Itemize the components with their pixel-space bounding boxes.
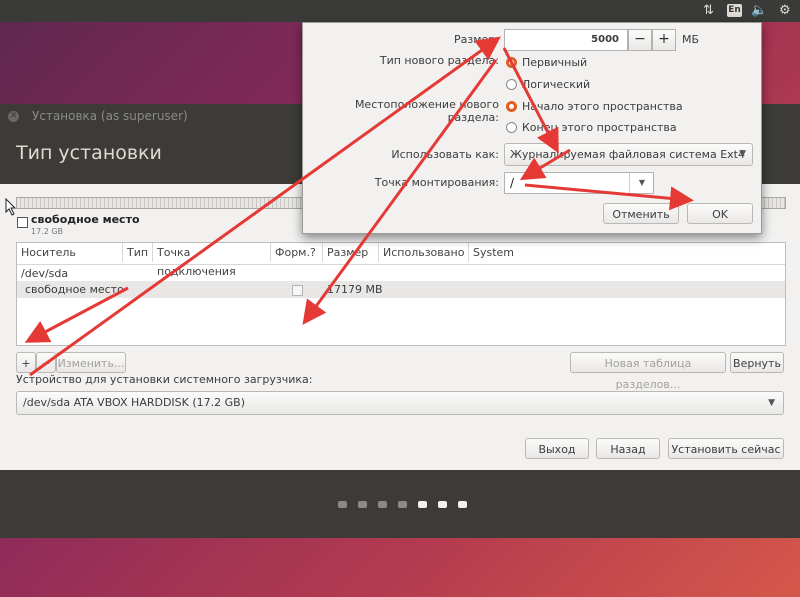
top-panel: ⇅ En 🔈 ⚙ [0, 0, 800, 22]
column-header-system[interactable]: System [469, 243, 785, 262]
remove-partition-button[interactable]: − [36, 352, 56, 373]
table-row-device[interactable]: /dev/sda [17, 264, 785, 281]
bootloader-label: Устройство для установки системного загр… [16, 373, 313, 386]
legend-size: 17.2 GB [31, 227, 64, 236]
cancel-button[interactable]: Отменить [603, 203, 679, 224]
legend-swatch [17, 217, 28, 228]
mouse-cursor-icon [5, 198, 17, 216]
device-name: /dev/sda [21, 267, 69, 280]
ok-button[interactable]: OK [687, 203, 753, 224]
chevron-down-icon: ▼ [768, 398, 775, 408]
progress-dot [338, 501, 347, 508]
format-checkbox[interactable] [292, 285, 303, 296]
speaker-icon[interactable]: 🔈 [751, 3, 767, 19]
column-header-type[interactable]: Тип [123, 243, 153, 262]
column-header-mount[interactable]: Точка подключения [153, 243, 271, 278]
bootloader-value: /dev/sda ATA VBOX HARDDISK (17.2 GB) [23, 396, 246, 409]
progress-dot-active [418, 501, 427, 508]
table-row[interactable]: свободное место 17179 MB [17, 281, 785, 298]
radio-end[interactable] [506, 122, 517, 133]
radio-primary[interactable] [506, 57, 517, 68]
back-button[interactable]: Назад [596, 438, 660, 459]
install-now-button[interactable]: Установить сейчас [668, 438, 784, 459]
radio-beginning[interactable] [506, 101, 517, 112]
radio-logical-label[interactable]: Логический [522, 78, 590, 91]
close-icon[interactable]: ✕ [8, 111, 19, 122]
window-title: Установка (as superuser) [32, 109, 188, 123]
column-header-format[interactable]: Форм.? [271, 243, 323, 262]
quit-button[interactable]: Выход [525, 438, 589, 459]
settings-gear-icon[interactable]: ⚙ [779, 3, 791, 19]
column-header-used[interactable]: Использовано [379, 243, 469, 262]
column-header-device[interactable]: Носитель [17, 243, 123, 262]
mount-point-label: Точка монтирования: [374, 176, 499, 189]
partition-table: Носитель Тип Точка подключения Форм.? Ра… [16, 242, 786, 346]
radio-beginning-label[interactable]: Начало этого пространства [522, 100, 683, 113]
chevron-down-icon: ▼ [739, 149, 746, 159]
revert-button[interactable]: Вернуть [730, 352, 784, 373]
column-header-size[interactable]: Размер [323, 243, 379, 262]
progress-dot [358, 501, 367, 508]
network-arrows-icon[interactable]: ⇅ [703, 3, 714, 19]
use-as-value: Журналируемая файловая система Ext4 [510, 148, 745, 161]
progress-dot-active [438, 501, 447, 508]
partition-type-label: Тип нового раздела: [379, 54, 499, 67]
row-device: свободное место [25, 283, 124, 296]
new-partition-table-button[interactable]: Новая таблица разделов... [570, 352, 726, 391]
bootloader-select[interactable]: /dev/sda ATA VBOX HARDDISK (17.2 GB) ▼ [16, 391, 784, 415]
radio-logical[interactable] [506, 79, 517, 90]
progress-dot-active [458, 501, 467, 508]
size-unit: МБ [682, 33, 700, 46]
change-partition-button[interactable]: Изменить... [56, 352, 126, 373]
size-label: Размер: [454, 33, 499, 46]
use-as-select[interactable]: Журналируемая файловая система Ext4 ▼ [504, 143, 753, 166]
mount-point-combo[interactable]: / ▼ [504, 172, 654, 194]
radio-primary-label[interactable]: Первичный [522, 56, 587, 69]
size-decrement-button[interactable]: − [628, 29, 652, 51]
page-title: Тип установки [16, 142, 162, 164]
legend-label: свободное место [31, 213, 140, 226]
progress-dot [398, 501, 407, 508]
size-input[interactable]: 5000 [504, 29, 628, 51]
radio-end-label[interactable]: Конец этого пространства [522, 121, 677, 134]
row-size: 17179 MB [327, 283, 383, 296]
keyboard-language-icon[interactable]: En [727, 4, 742, 17]
chevron-down-icon[interactable]: ▼ [629, 173, 654, 193]
location-label: Местоположение нового раздела: [354, 98, 499, 124]
progress-dot [378, 501, 387, 508]
create-partition-dialog: Размер: 5000 − + МБ Тип нового раздела: … [302, 22, 762, 234]
use-as-label: Использовать как: [391, 148, 499, 161]
mount-point-input[interactable]: / [510, 176, 514, 190]
size-increment-button[interactable]: + [652, 29, 676, 51]
add-partition-button[interactable]: + [16, 352, 36, 373]
